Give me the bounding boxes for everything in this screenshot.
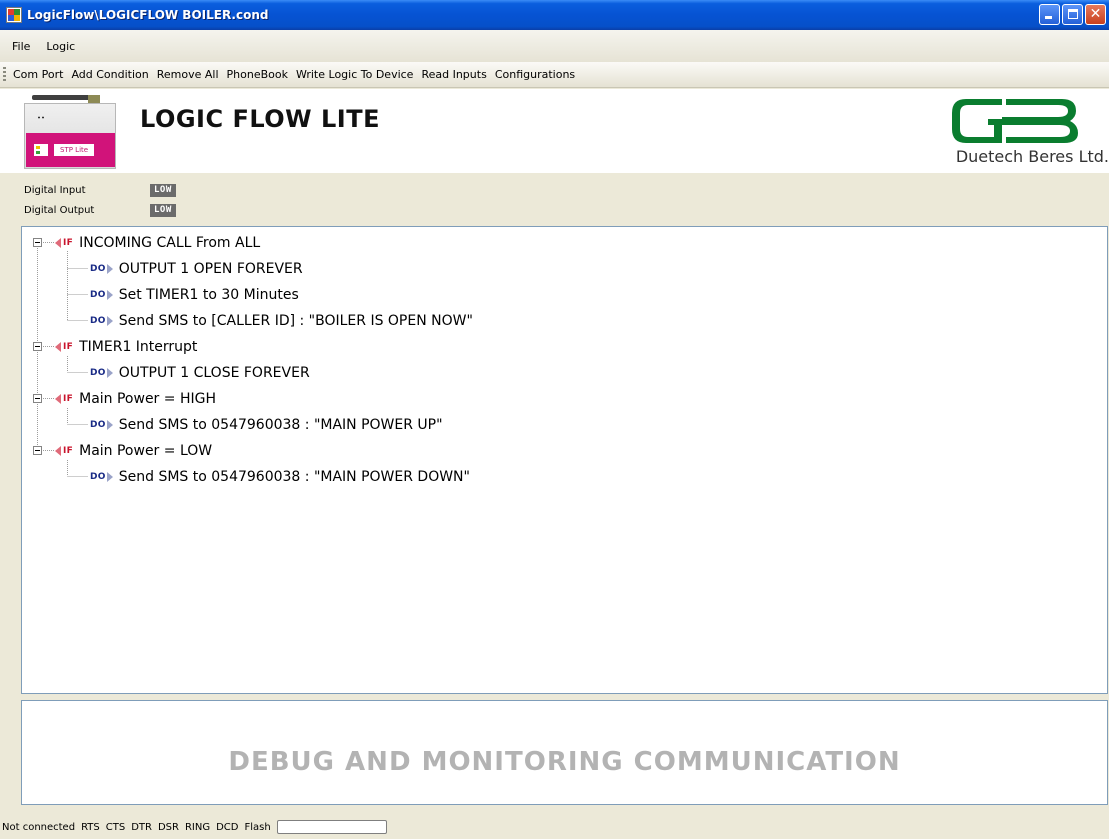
do-icon: DO: [90, 472, 113, 482]
do-icon: DO: [90, 420, 113, 430]
flash-progress-bar: [276, 820, 387, 834]
status-dcd: DCD: [216, 821, 239, 833]
read-inputs-button[interactable]: Read Inputs: [417, 68, 490, 81]
status-cts: CTS: [105, 821, 126, 833]
product-title: LOGIC FLOW LITE: [140, 105, 380, 133]
if-icon: IF: [55, 238, 73, 248]
close-button[interactable]: ✕: [1085, 4, 1106, 25]
tool-strip: Com Port Add Condition Remove All PhoneB…: [0, 62, 1109, 88]
tree-node-action[interactable]: DO Send SMS to 0547960038 : "MAIN POWER …: [90, 467, 470, 487]
tree-node-condition[interactable]: IF INCOMING CALL From ALL: [55, 233, 260, 253]
tree-node-condition[interactable]: IF Main Power = HIGH: [55, 389, 216, 409]
digital-input-label: Digital Input: [24, 184, 86, 196]
connection-status: Not connected: [2, 821, 76, 833]
debug-pane-title: DEBUG AND MONITORING COMMUNICATION: [228, 747, 901, 777]
do-icon: DO: [90, 264, 113, 274]
tree-node-action[interactable]: DO Send SMS to [CALLER ID] : "BOILER IS …: [90, 311, 473, 331]
digital-input-row: Digital Input LOW: [24, 183, 176, 197]
window-title: LogicFlow\LOGICFLOW BOILER.cond: [27, 8, 269, 22]
status-rts: RTS: [81, 821, 100, 833]
close-icon: ✕: [1089, 6, 1102, 22]
collapse-icon[interactable]: [33, 238, 42, 247]
status-flash: Flash: [244, 821, 271, 833]
digital-output-state-badge: LOW: [150, 203, 176, 217]
debug-monitor-pane[interactable]: DEBUG AND MONITORING COMMUNICATION: [21, 700, 1108, 805]
digital-output-label: Digital Output: [24, 204, 95, 216]
com-port-button[interactable]: Com Port: [9, 68, 67, 81]
phonebook-button[interactable]: PhoneBook: [223, 68, 292, 81]
toolstrip-grip-icon[interactable]: [3, 66, 6, 83]
logic-tree[interactable]: IF INCOMING CALL From ALL DO OUTPUT 1 OP…: [21, 226, 1108, 694]
do-icon: DO: [90, 316, 113, 326]
do-icon: DO: [90, 290, 113, 300]
digital-input-state-badge: LOW: [150, 183, 176, 197]
configurations-button[interactable]: Configurations: [491, 68, 579, 81]
do-icon: DO: [90, 368, 113, 378]
menu-file[interactable]: File: [4, 40, 38, 53]
window-controls: ✕: [1039, 4, 1106, 25]
collapse-icon[interactable]: [33, 342, 42, 351]
collapse-icon[interactable]: [33, 394, 42, 403]
minimize-icon: [1045, 16, 1052, 19]
company-name: Duetech Beres Ltd.: [955, 147, 1109, 166]
menu-bar: File Logic: [0, 30, 1109, 62]
collapse-icon[interactable]: [33, 446, 42, 455]
minimize-button[interactable]: [1039, 4, 1060, 25]
status-bar: Not connected RTS CTS DTR DSR RING DCD F…: [0, 815, 1109, 839]
title-bar: LogicFlow\LOGICFLOW BOILER.cond ✕: [0, 0, 1109, 30]
remove-all-button[interactable]: Remove All: [153, 68, 223, 81]
menu-logic[interactable]: Logic: [38, 40, 83, 53]
tree-node-action[interactable]: DO Set TIMER1 to 30 Minutes: [90, 285, 299, 305]
header-banner: STP Lite LOGIC FLOW LITE Duetech Beres L…: [0, 89, 1109, 173]
company-logo-icon: [952, 99, 1078, 143]
tree-node-condition[interactable]: IF TIMER1 Interrupt: [55, 337, 197, 357]
device-image: STP Lite: [24, 95, 116, 169]
if-icon: IF: [55, 446, 73, 456]
device-label: STP Lite: [54, 144, 95, 156]
maximize-icon: [1068, 9, 1078, 19]
add-condition-button[interactable]: Add Condition: [67, 68, 152, 81]
status-dsr: DSR: [157, 821, 179, 833]
tree-node-action[interactable]: DO OUTPUT 1 CLOSE FOREVER: [90, 363, 310, 383]
tree-node-condition[interactable]: IF Main Power = LOW: [55, 441, 212, 461]
app-icon[interactable]: [6, 7, 22, 23]
digital-output-row: Digital Output LOW: [24, 203, 176, 217]
status-dtr: DTR: [131, 821, 152, 833]
if-icon: IF: [55, 342, 73, 352]
status-ring: RING: [184, 821, 211, 833]
tree-node-action[interactable]: DO Send SMS to 0547960038 : "MAIN POWER …: [90, 415, 443, 435]
tree-node-action[interactable]: DO OUTPUT 1 OPEN FOREVER: [90, 259, 303, 279]
write-logic-button[interactable]: Write Logic To Device: [292, 68, 417, 81]
maximize-button[interactable]: [1062, 4, 1083, 25]
if-icon: IF: [55, 394, 73, 404]
